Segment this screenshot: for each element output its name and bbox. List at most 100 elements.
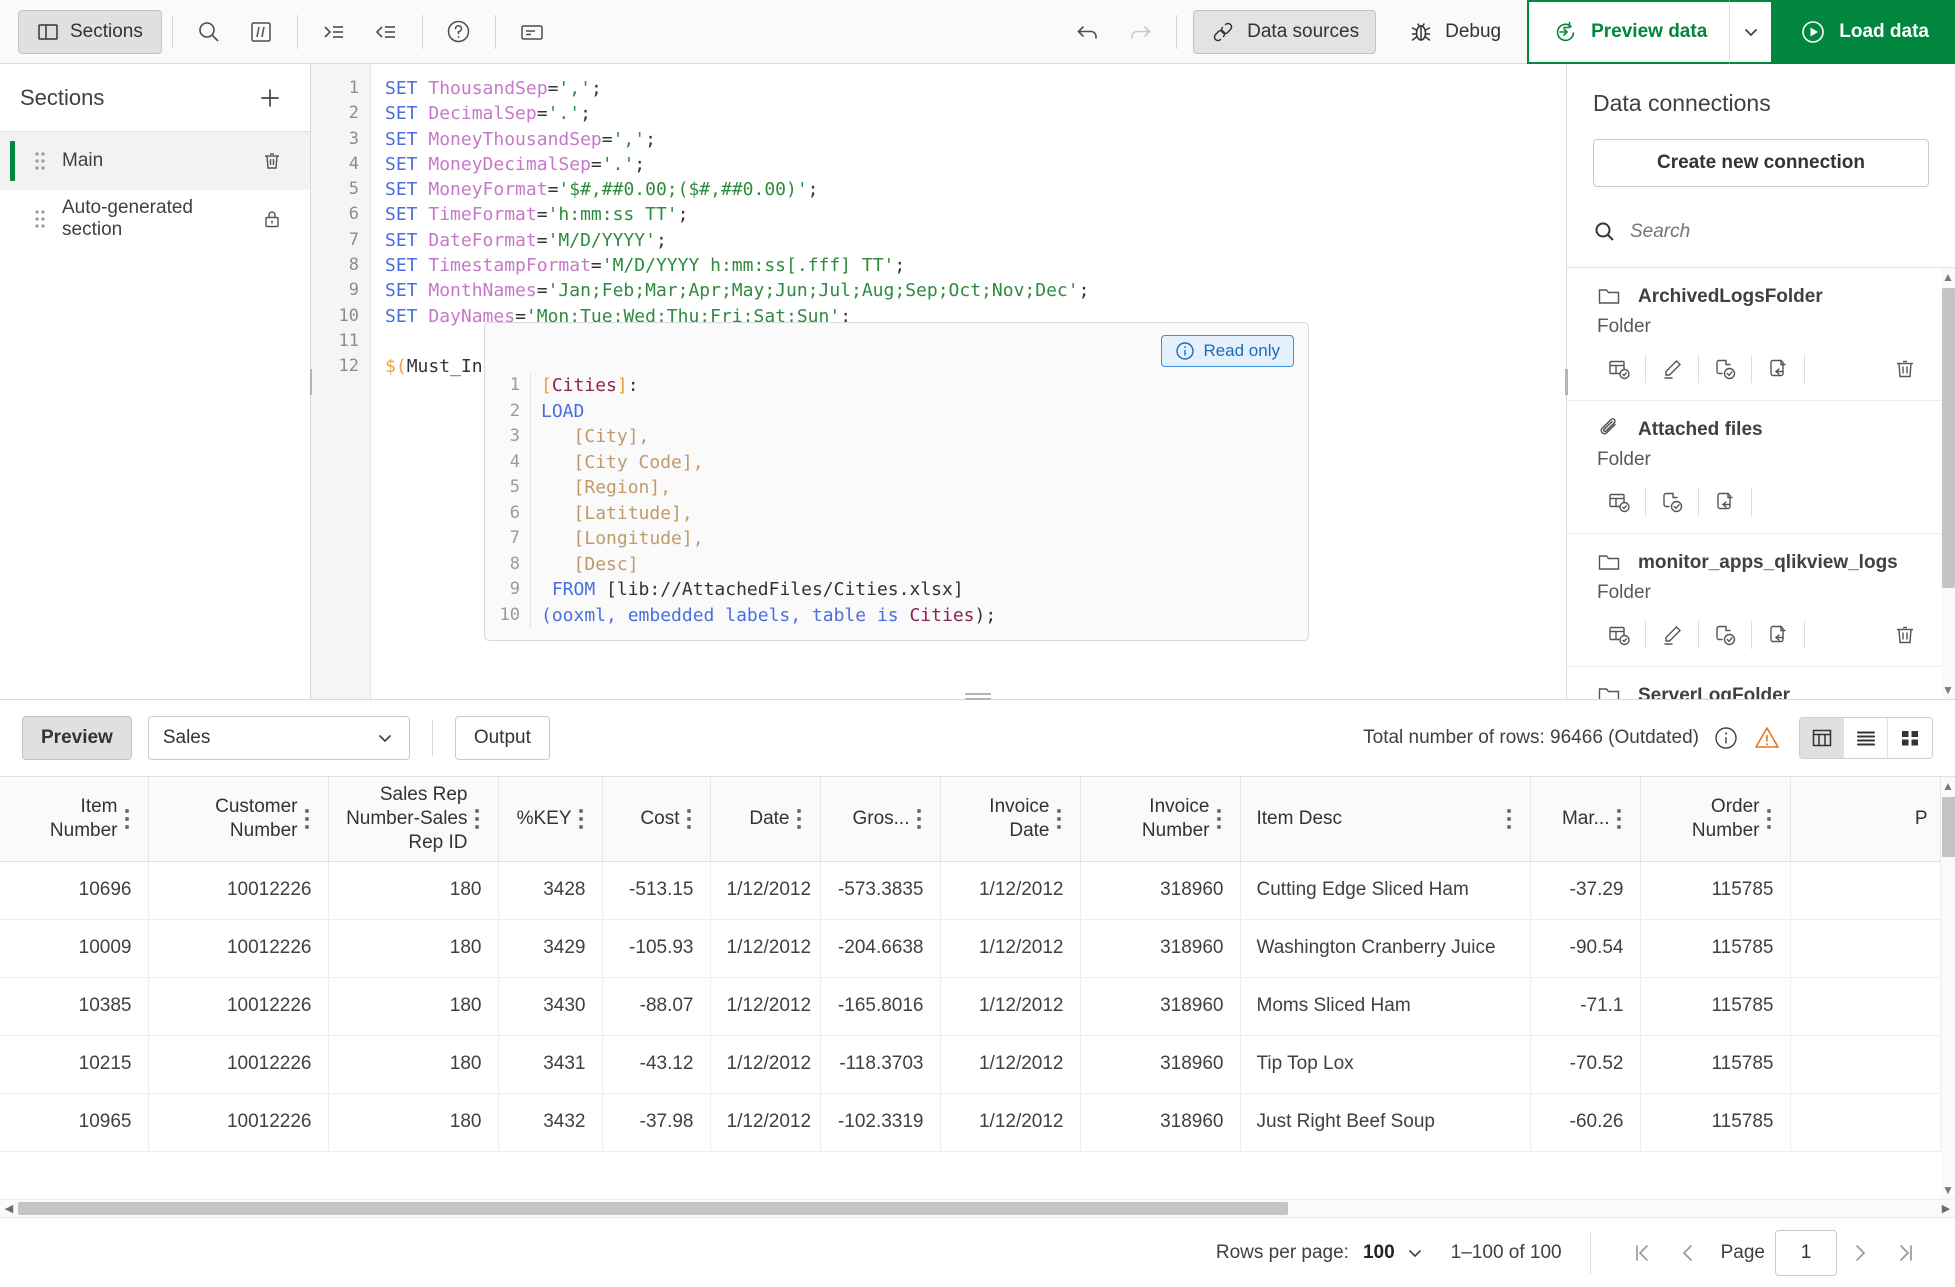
search-button[interactable] [183,6,235,58]
column-header-cost[interactable]: Cost [602,777,711,862]
indent-button[interactable] [308,6,360,58]
scroll-down-arrow-icon[interactable]: ▼ [1942,1181,1954,1199]
list-view-button[interactable] [1844,718,1888,758]
prev-page-button[interactable] [1665,1230,1711,1276]
select-data-button[interactable] [1593,346,1645,392]
delete-connection-button[interactable] [1879,612,1931,658]
column-menu-icon[interactable] [118,808,136,829]
scrollbar-thumb[interactable] [1941,797,1955,857]
connection-search[interactable] [1593,211,1929,253]
connection-name-row[interactable]: ServerLogFolder [1567,667,1955,699]
column-menu-icon[interactable] [1760,808,1778,829]
load-data-button[interactable]: Load data [1773,0,1955,64]
scroll-down-arrow-icon[interactable]: ▼ [1942,681,1954,699]
data-connections-resize-grip[interactable] [1564,368,1570,395]
insert-connect-string-button[interactable] [1699,479,1751,525]
column-header-key[interactable]: %KEY [498,777,603,862]
table-row[interactable]: 10385 10012226 180 3430 -88.07 1/12/2012… [0,977,1941,1036]
warning-icon[interactable] [1753,724,1781,752]
rows-per-page-select[interactable]: 100 [1363,1242,1425,1264]
insert-script-button[interactable] [1699,612,1751,658]
comment-toggle-button[interactable] [235,6,287,58]
page-number-input[interactable] [1775,1229,1837,1276]
edit-connection-button[interactable] [1646,346,1698,392]
table-view-button[interactable] [1800,718,1844,758]
editor-left-resize-grip[interactable] [308,368,314,395]
table-row[interactable]: 10009 10012226 180 3429 -105.93 1/12/201… [0,919,1941,978]
data-sources-button[interactable]: Data sources [1193,9,1377,54]
insert-script-button[interactable] [1646,479,1698,525]
column-menu-icon[interactable] [680,808,698,829]
delete-section-button[interactable] [252,141,292,181]
column-menu-icon[interactable] [572,808,590,829]
column-menu-icon[interactable] [298,808,316,829]
help-button[interactable] [433,6,485,58]
column-header-margin[interactable]: Mar... [1530,777,1641,862]
edit-connection-button[interactable] [1646,612,1698,658]
connection-name-row[interactable]: monitor_apps_qlikview_logs [1567,534,1955,576]
column-menu-icon[interactable] [468,808,486,829]
column-menu-icon[interactable] [1210,808,1228,829]
table-row[interactable]: 10215 10012226 180 3431 -43.12 1/12/2012… [0,1035,1941,1094]
column-menu-icon[interactable] [1050,808,1068,829]
panel-resize-grip[interactable] [964,689,991,703]
select-data-button[interactable] [1593,479,1645,525]
connection-name-row[interactable]: ArchivedLogsFolder [1567,268,1955,310]
column-header-order-number[interactable]: Order Number [1640,777,1791,862]
column-header-sales-rep-number[interactable]: Sales Rep Number-Sales Rep ID [328,777,499,862]
table-row[interactable]: 10696 10012226 180 3428 -513.15 1/12/201… [0,861,1941,920]
insert-script-button[interactable] [1699,346,1751,392]
connection-name-row[interactable]: Attached files [1567,401,1955,443]
scroll-left-arrow-icon[interactable]: ◀ [0,1202,18,1215]
column-menu-icon[interactable] [910,808,928,829]
next-page-button[interactable] [1837,1230,1883,1276]
locked-section-button[interactable] [252,199,292,239]
sections-toggle-button[interactable]: Sections [18,9,162,54]
table-row[interactable]: 10965 10012226 180 3432 -37.98 1/12/2012… [0,1093,1941,1152]
grid-view-button[interactable] [1888,718,1932,758]
scrollbar-track[interactable] [18,1202,1937,1215]
create-new-connection-button[interactable]: Create new connection [1593,139,1929,187]
sidebar-item-auto-generated-section[interactable]: Auto-generated section [0,190,310,248]
drag-handle-icon[interactable] [18,208,62,230]
first-page-button[interactable] [1619,1230,1665,1276]
column-header-item-desc[interactable]: Item Desc [1240,777,1531,862]
insert-connect-string-button[interactable] [1752,612,1804,658]
table-horizontal-scrollbar[interactable]: ◀ ▶ [0,1199,1955,1217]
scrollbar-thumb[interactable] [18,1202,1288,1215]
last-page-button[interactable] [1883,1230,1929,1276]
tab-output[interactable]: Output [454,716,550,760]
column-header-invoice-number[interactable]: Invoice Number [1080,777,1241,862]
redo-button[interactable] [1114,6,1166,58]
search-input[interactable] [1630,221,1929,243]
sidebar-item-main[interactable]: Main [0,132,310,190]
debug-button[interactable]: Debug [1392,10,1517,54]
scroll-right-arrow-icon[interactable]: ▶ [1937,1202,1955,1215]
tooltip-button[interactable] [506,6,558,58]
table-vertical-scrollbar[interactable]: ▲ ▼ [1941,777,1955,1199]
column-menu-icon[interactable] [1610,808,1628,829]
select-data-button[interactable] [1593,612,1645,658]
data-connections-scrollbar[interactable]: ▲ ▼ [1941,268,1955,699]
undo-button[interactable] [1062,6,1114,58]
column-header-customer-number[interactable]: Customer Number [148,777,329,862]
delete-connection-button[interactable] [1879,346,1931,392]
info-icon[interactable] [1713,725,1739,751]
tab-preview[interactable]: Preview [22,716,132,760]
preview-data-dropdown-button[interactable] [1729,0,1774,64]
column-header-invoice-date[interactable]: Invoice Date [940,777,1081,862]
add-section-button[interactable] [250,78,290,118]
read-only-badge[interactable]: Read only [1161,335,1294,367]
column-header-partial[interactable]: P [1790,777,1941,862]
column-header-item-number[interactable]: Item Number [0,777,149,862]
preview-data-button[interactable]: Preview data [1527,0,1730,64]
column-menu-icon[interactable] [790,808,808,829]
column-header-gross[interactable]: Gros... [820,777,941,862]
scroll-up-arrow-icon[interactable]: ▲ [1942,268,1954,286]
column-menu-icon[interactable] [1500,808,1518,829]
scrollbar-thumb[interactable] [1941,288,1955,588]
table-select[interactable]: Sales [147,716,410,760]
column-header-date[interactable]: Date [710,777,821,862]
outdent-button[interactable] [360,6,412,58]
scroll-up-arrow-icon[interactable]: ▲ [1942,777,1954,795]
